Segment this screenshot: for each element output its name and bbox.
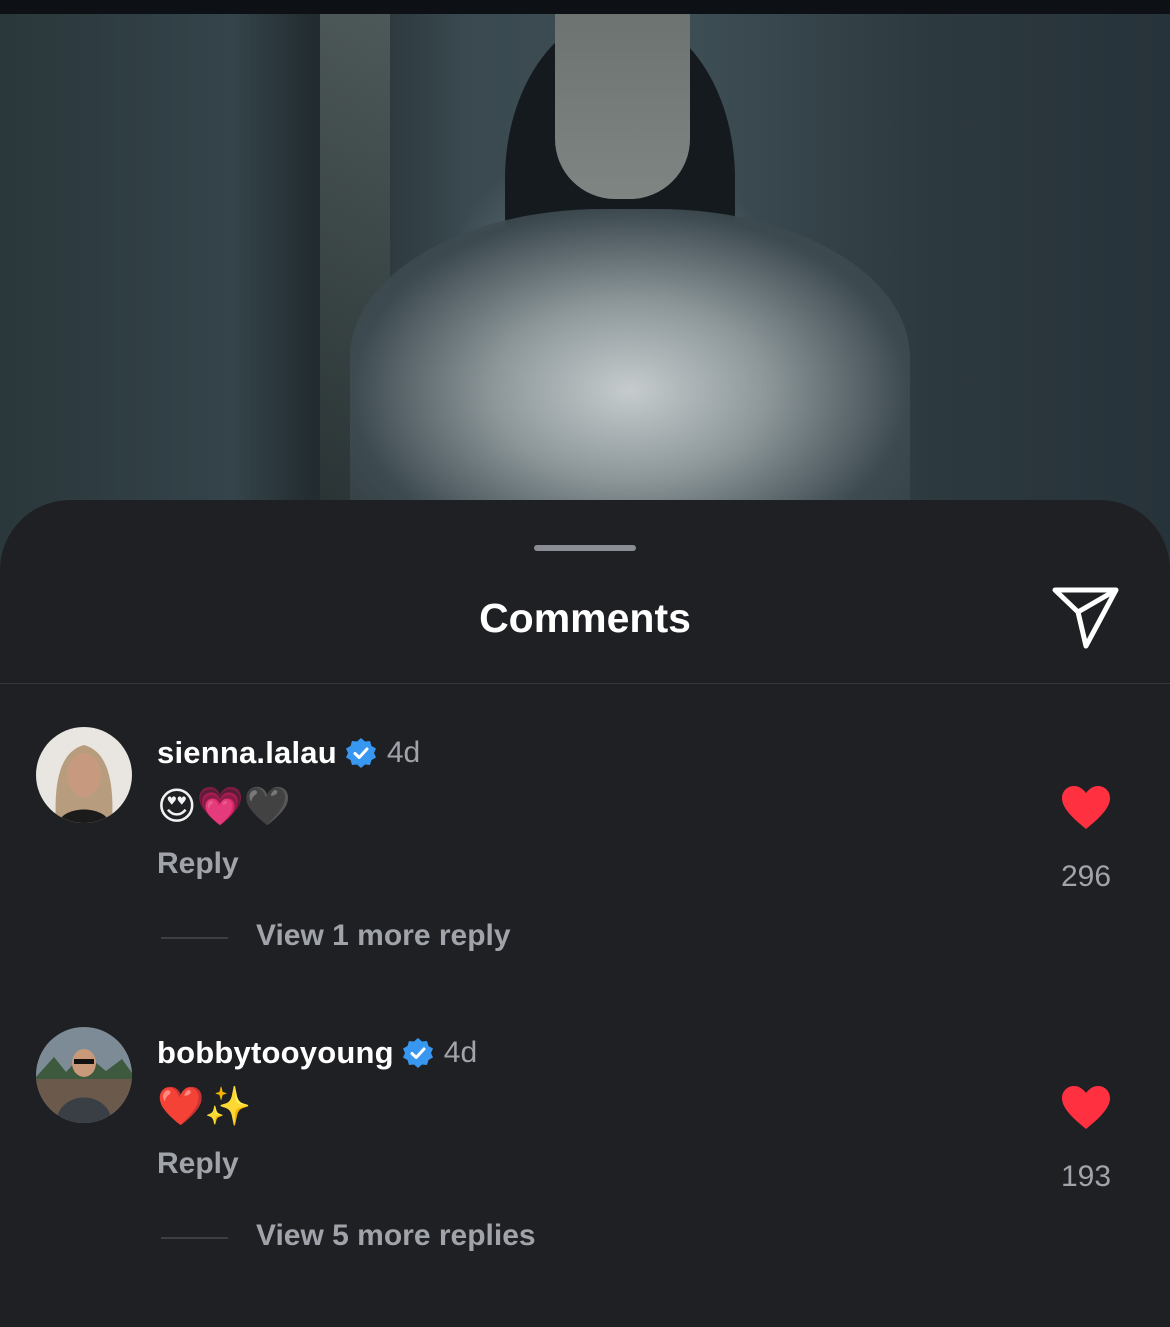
comment-time: 4d [443,1036,478,1069]
avatar-image [36,727,132,823]
photo-jacket [350,209,910,539]
comment-meta: sienna.lalau 4d [157,733,420,773]
status-bar [0,0,1170,14]
comment-item: bobbytooyoung 4d ❤️✨ Reply 193 View 5 mo… [0,1027,1170,1327]
share-button[interactable] [1048,582,1124,652]
comment-text: ❤️✨ [157,1086,252,1128]
comment-text: 😍💗🖤 [157,786,292,828]
avatar[interactable] [36,1027,132,1123]
post-photo[interactable] [0,14,1170,574]
header-divider [0,683,1170,684]
verified-badge-icon [402,1038,433,1068]
like-button[interactable] [1060,1085,1112,1131]
like-button[interactable] [1060,785,1112,831]
sheet-title: Comments [479,595,691,641]
comment-time: 4d [386,736,421,769]
heart-icon [1062,1086,1110,1129]
thread-line [161,1237,228,1239]
like-count: 296 [1060,860,1112,893]
view-more-replies-button[interactable]: View 1 more reply [256,919,511,953]
reply-button[interactable]: Reply [157,1147,239,1181]
comment-item: sienna.lalau 4d 😍💗🖤 Reply 296 View 1 mor… [0,727,1170,1027]
view-more-replies-button[interactable]: View 5 more replies [256,1219,536,1253]
comments-sheet: Comments sienna.lalau 4d 😍💗🖤 Reply 296 V… [0,500,1170,1291]
reply-button[interactable]: Reply [157,847,239,881]
sheet-drag-handle[interactable] [534,545,636,551]
photo-face [555,14,690,199]
comment-meta: bobbytooyoung 4d [157,1033,477,1073]
thread-line [161,937,228,939]
avatar-image [36,1027,132,1123]
verified-badge-icon [345,738,376,768]
send-icon [1052,587,1119,649]
like-count: 193 [1060,1160,1112,1193]
comment-username[interactable]: sienna.lalau [157,735,337,771]
heart-icon [1062,786,1110,829]
comment-username[interactable]: bobbytooyoung [157,1035,394,1071]
avatar[interactable] [36,727,132,823]
